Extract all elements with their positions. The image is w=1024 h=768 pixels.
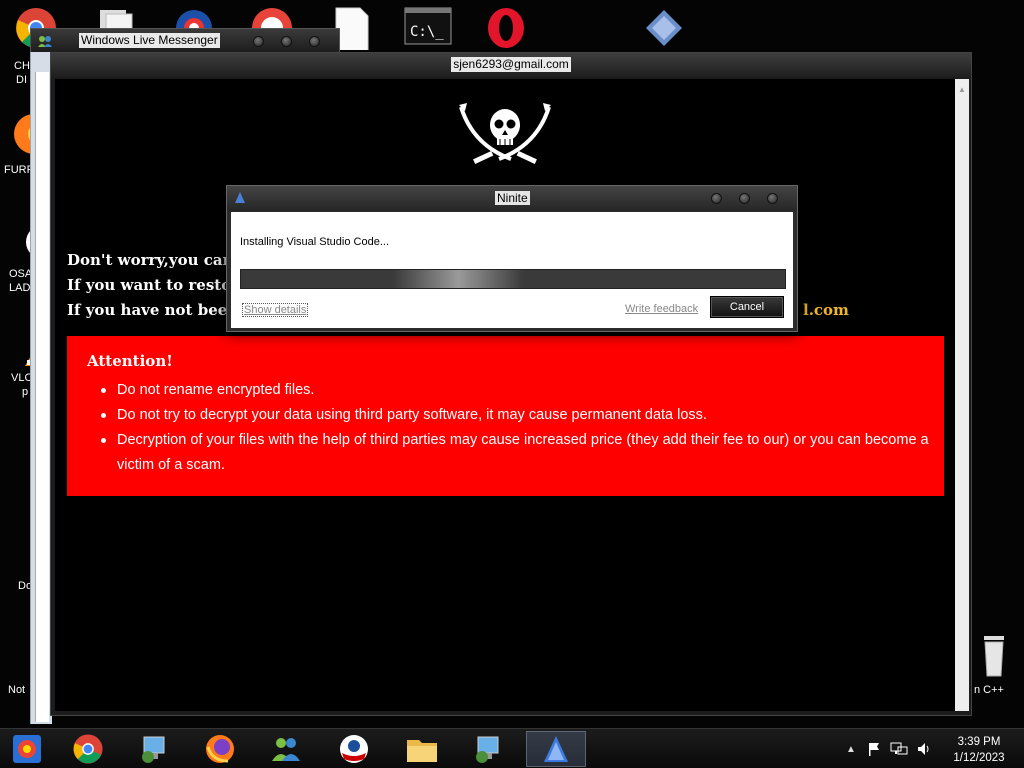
desktop-label: n C++ [974, 684, 1004, 696]
ransom-line-2: If you want to restore [67, 276, 249, 294]
ninite-titlebar[interactable]: Ninite [227, 186, 797, 211]
taskbar-firefox[interactable] [190, 731, 250, 767]
minimize-button[interactable] [253, 36, 264, 47]
ninite-dialog: Ninite Installing Visual Studio Code... … [226, 185, 798, 332]
ninite-maximize-button[interactable] [739, 193, 750, 204]
desktop-label: Not [8, 684, 26, 696]
attention-item: Do not rename encrypted files. [101, 378, 941, 403]
ninite-minimize-button[interactable] [711, 193, 722, 204]
taskbar-ninite-active[interactable] [526, 731, 586, 767]
attention-item: Decryption of your files with the help o… [101, 428, 941, 478]
messenger-window-titlebar[interactable]: Windows Live Messenger [30, 28, 340, 52]
ransom-note-content: Don't worry,you can r If you want to res… [55, 79, 955, 711]
scrollbar[interactable]: ▲ [955, 79, 969, 711]
clock[interactable]: 3:39 PM 1/12/2023 [946, 734, 1012, 766]
attention-item: Do not try to decrypt your data using th… [101, 403, 941, 428]
taskbar-obama-app[interactable] [324, 731, 384, 767]
ninite-icon [235, 192, 245, 203]
contact-email-title: sjen6293@gmail.com [451, 57, 571, 72]
virtual-machine-icon[interactable] [642, 6, 686, 50]
command-prompt-icon[interactable]: C:\_ [404, 6, 452, 50]
ninite-body: Installing Visual Studio Code... Show de… [231, 212, 793, 328]
taskbar-remote-desktop[interactable] [124, 731, 184, 767]
taskbar-chrome[interactable] [58, 731, 118, 767]
taskbar-remote-desktop-2[interactable] [458, 731, 518, 767]
show-hidden-icons-icon[interactable]: ▲ [846, 744, 856, 755]
taskbar-network-users[interactable] [256, 731, 316, 767]
clock-date: 1/12/2023 [953, 752, 1005, 764]
desktop-label: p [22, 386, 29, 398]
recycle-bin-icon[interactable] [970, 632, 1014, 681]
volume-icon[interactable] [916, 741, 932, 757]
svg-text:C:\_: C:\_ [410, 24, 444, 40]
attention-box: Attention! Do not rename encrypted files… [67, 336, 944, 496]
show-details-link[interactable]: Show details [242, 303, 309, 317]
network-icon[interactable] [890, 741, 908, 757]
action-center-flag-icon[interactable] [866, 741, 882, 757]
ransom-line-1: Don't worry,you can r [67, 251, 247, 269]
desktop-label: OSA [9, 268, 33, 280]
desktop-label: DI [16, 74, 27, 86]
ransom-email-fragment: l.com [803, 301, 849, 319]
opera-icon[interactable] [484, 6, 528, 50]
install-progress-bar [240, 269, 786, 289]
maximize-button[interactable] [281, 36, 292, 47]
taskbar-file-explorer[interactable] [392, 731, 452, 767]
desktop-label: LAD [9, 282, 31, 294]
clock-time: 3:39 PM [957, 736, 1001, 748]
messenger-icon [38, 36, 52, 47]
install-status: Installing Visual Studio Code... [240, 236, 389, 248]
attention-title: Attention! [87, 352, 173, 370]
cancel-button[interactable]: Cancel [710, 296, 784, 318]
messenger-side-panel [30, 52, 52, 724]
ninite-close-button[interactable] [767, 193, 778, 204]
taskbar: ▲ 3:39 PM 1/12/2023 [0, 728, 1024, 768]
taskbar-ninite-pinned[interactable] [0, 731, 54, 767]
pirate-skull-icon [459, 103, 551, 164]
ninite-title: Ninite [495, 191, 530, 205]
close-button[interactable] [309, 36, 320, 47]
attention-list: Do not rename encrypted files. Do not tr… [101, 378, 941, 478]
ransom-note-window: sjen6293@gmail.com Don't worry,you can r… [50, 52, 972, 716]
messenger-title: Windows Live Messenger [79, 33, 220, 48]
ransom-window-titlebar[interactable]: sjen6293@gmail.com [51, 53, 971, 77]
scroll-up-arrow-icon[interactable]: ▲ [958, 85, 966, 94]
system-tray: ▲ [846, 729, 932, 768]
write-feedback-link[interactable]: Write feedback [625, 303, 698, 315]
